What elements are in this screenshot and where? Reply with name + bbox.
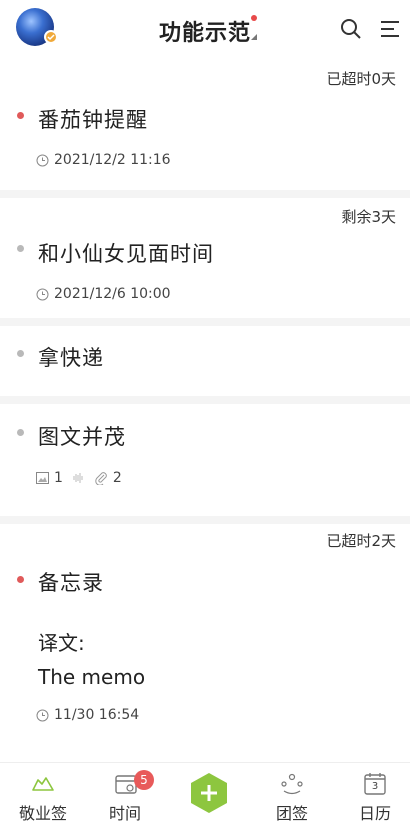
memo-time: 2021/12/6 10:00 (36, 286, 171, 302)
memo-time-text: 2021/12/6 10:00 (54, 286, 171, 302)
notification-dot (251, 15, 257, 21)
memo-title: 和小仙女见面时间 (38, 242, 214, 266)
memo-time: 2021/12/2 11:16 (36, 152, 171, 168)
add-icon (191, 773, 227, 813)
nav-label: 敬业签 (18, 804, 67, 823)
clock-icon (36, 154, 49, 166)
memo-card[interactable]: 剩余3天 和小仙女见面时间 2021/12/6 10:00 (0, 190, 410, 318)
status-label: 剩余3天 (341, 208, 396, 226)
app-header: 功能示范 (0, 0, 410, 58)
status-bullet (17, 429, 24, 436)
memo-title: 番茄钟提醒 (38, 108, 148, 132)
image-icon (36, 472, 49, 484)
status-label: 已超时0天 (326, 70, 396, 88)
clock-icon (36, 288, 49, 300)
memo-time-text: 2021/12/2 11:16 (54, 152, 171, 168)
nav-item-time[interactable]: 5 时间 (84, 763, 166, 827)
group-icon (281, 773, 303, 795)
menu-icon[interactable] (378, 17, 402, 41)
nav-label: 日历 (358, 804, 391, 823)
nav-item-add[interactable] (168, 763, 250, 827)
status-label: 已超时2天 (326, 532, 396, 550)
dropdown-corner-icon[interactable] (251, 34, 257, 40)
nav-item-jingyeqian[interactable]: 敬业签 (2, 763, 84, 827)
image-count: 1 (54, 470, 63, 486)
nav-item-tuanqian[interactable]: 团签 (251, 763, 333, 827)
memo-card[interactable]: 图文并茂 1 2 (0, 396, 410, 516)
nav-item-calendar[interactable]: 3 日历 (334, 763, 410, 827)
memo-time-text: 11/30 16:54 (54, 707, 140, 723)
time-count-badge: 5 (134, 770, 154, 790)
memo-time: 11/30 16:54 (36, 707, 139, 723)
search-icon[interactable] (339, 17, 363, 41)
memo-list: 已超时0天 番茄钟提醒 2021/12/2 11:16 剩余3天 和小仙女见面时… (0, 60, 410, 738)
memo-body-line: The memo (38, 665, 146, 689)
nav-label: 团签 (275, 804, 308, 823)
nav-label: 时间 (108, 804, 141, 823)
memo-title: 备忘录 (38, 571, 104, 595)
clock-icon (36, 709, 49, 721)
memo-title: 拿快递 (38, 346, 104, 370)
memo-card[interactable]: 拿快递 (0, 318, 410, 396)
status-bullet (17, 245, 24, 252)
status-bullet (17, 350, 24, 357)
calendar-day: 3 (371, 781, 379, 792)
memo-card[interactable]: 已超时2天 备忘录 译文: The memo 11/30 16:54 (0, 516, 410, 738)
memo-body-line: 译文: (38, 631, 85, 655)
memo-card[interactable]: 已超时0天 番茄钟提醒 2021/12/2 11:16 (0, 60, 410, 190)
attachment-count: 2 (112, 470, 122, 486)
bottom-nav: 敬业签 5 时间 团签 3 日历 (0, 762, 410, 827)
status-bullet (17, 576, 24, 583)
memo-title: 图文并茂 (38, 425, 126, 449)
status-bullet (17, 112, 24, 119)
paperclip-icon (95, 471, 107, 485)
attachment-meta: 1 2 (36, 470, 122, 486)
cloud-icon (32, 777, 54, 791)
audio-icon (73, 473, 83, 483)
